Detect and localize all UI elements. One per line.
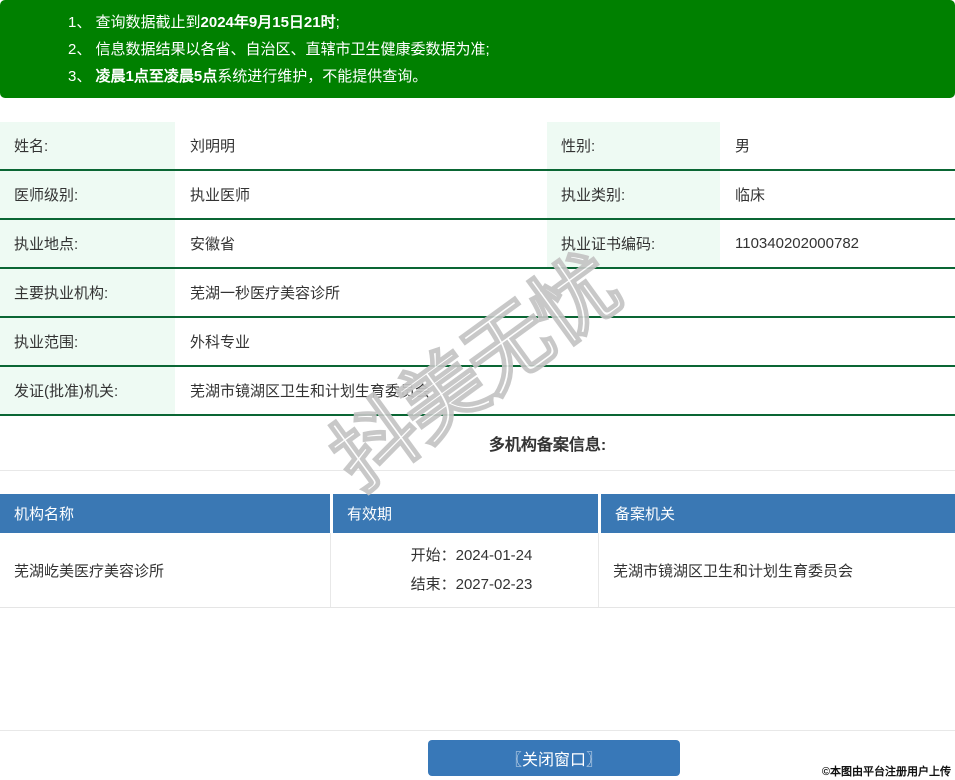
validity-start: 开始：2024-01-24 [410, 547, 533, 564]
notice-text: 查询数据截止到 [95, 14, 201, 31]
notice-number: 2、 [68, 41, 92, 58]
field-label-main-institution: 主要执业机构: [0, 269, 175, 316]
notice-banner: 1、 查询数据截止到2024年9月15日21时; 2、 信息数据结果以各省、自治… [0, 0, 955, 98]
notice-line-2: 2、 信息数据结果以各省、自治区、直辖市卫生健康委数据为准; [68, 36, 945, 63]
notice-bold-text: 凌晨1点至凌晨5点 [95, 68, 218, 85]
notice-text: 信息数据结果以各省、自治区、直辖市卫生健康委数据为准; [95, 41, 490, 58]
column-header-validity: 有效期 [330, 494, 598, 533]
notice-line-3: 3、 凌晨1点至凌晨5点系统进行维护，不能提供查询。 [68, 63, 945, 90]
column-header-authority: 备案机关 [598, 494, 955, 533]
table-row: 医师级别: 执业医师 执业类别: 临床 [0, 171, 955, 220]
filing-validity-period: 开始：2024-01-24 结束：2027-02-23 [330, 533, 598, 607]
field-value-practice-location: 安徽省 [175, 220, 547, 267]
filing-institution-name: 芜湖屹美医疗美容诊所 [0, 533, 330, 607]
field-value-doctor-level: 执业医师 [175, 171, 547, 218]
divider [0, 470, 955, 471]
query-result-page: 1、 查询数据截止到2024年9月15日21时; 2、 信息数据结果以各省、自治… [0, 0, 955, 780]
field-label-practice-scope: 执业范围: [0, 318, 175, 365]
notice-text: ; [335, 14, 340, 31]
table-row: 姓名: 刘明明 性别: 男 [0, 122, 955, 171]
close-window-button[interactable]: 〖关闭窗口〗 [428, 740, 680, 776]
validity-end: 结束：2027-02-23 [410, 576, 533, 593]
notice-text: 系统进行维护，不能提供查询。 [217, 68, 428, 85]
field-value-practice-category: 临床 [720, 171, 955, 218]
filing-table-header: 机构名称 有效期 备案机关 [0, 494, 955, 533]
filing-table: 机构名称 有效期 备案机关 芜湖屹美医疗美容诊所 开始：2024-01-24 结… [0, 494, 955, 608]
field-value-name: 刘明明 [175, 122, 547, 169]
notice-number: 3、 [68, 68, 92, 85]
field-label-name: 姓名: [0, 122, 175, 169]
upload-caption: ©本图由平台注册用户上传 [821, 766, 951, 778]
field-label-issuing-authority: 发证(批准)机关: [0, 367, 175, 414]
field-value-gender: 男 [720, 122, 955, 169]
table-row: 主要执业机构: 芜湖一秒医疗美容诊所 [0, 269, 955, 318]
notice-bold-text: 2024年9月15日21时 [200, 14, 336, 31]
practitioner-info-table: 姓名: 刘明明 性别: 男 医师级别: 执业医师 执业类别: 临床 执业地点: … [0, 122, 955, 416]
table-row: 执业地点: 安徽省 执业证书编码: 110340202000782 [0, 220, 955, 269]
field-value-issuing-authority: 芜湖市镜湖区卫生和计划生育委员会 [175, 367, 955, 414]
field-label-practice-category: 执业类别: [547, 171, 720, 218]
multi-institution-heading: 多机构备案信息: [488, 437, 607, 454]
field-value-main-institution: 芜湖一秒医疗美容诊所 [175, 269, 955, 316]
notice-number: 1、 [68, 14, 92, 31]
filing-authority: 芜湖市镜湖区卫生和计划生育委员会 [598, 533, 955, 607]
field-label-doctor-level: 医师级别: [0, 171, 175, 218]
field-value-practice-scope: 外科专业 [175, 318, 955, 365]
table-row: 芜湖屹美医疗美容诊所 开始：2024-01-24 结束：2027-02-23 芜… [0, 533, 955, 608]
column-header-institution: 机构名称 [0, 494, 330, 533]
notice-line-1: 1、 查询数据截止到2024年9月15日21时; [68, 9, 945, 36]
field-label-gender: 性别: [547, 122, 720, 169]
field-label-practice-location: 执业地点: [0, 220, 175, 267]
table-row: 执业范围: 外科专业 [0, 318, 955, 367]
field-label-certificate-number: 执业证书编码: [547, 220, 720, 267]
table-row: 发证(批准)机关: 芜湖市镜湖区卫生和计划生育委员会 [0, 367, 955, 416]
divider [0, 730, 955, 731]
field-value-certificate-number: 110340202000782 [720, 220, 955, 267]
